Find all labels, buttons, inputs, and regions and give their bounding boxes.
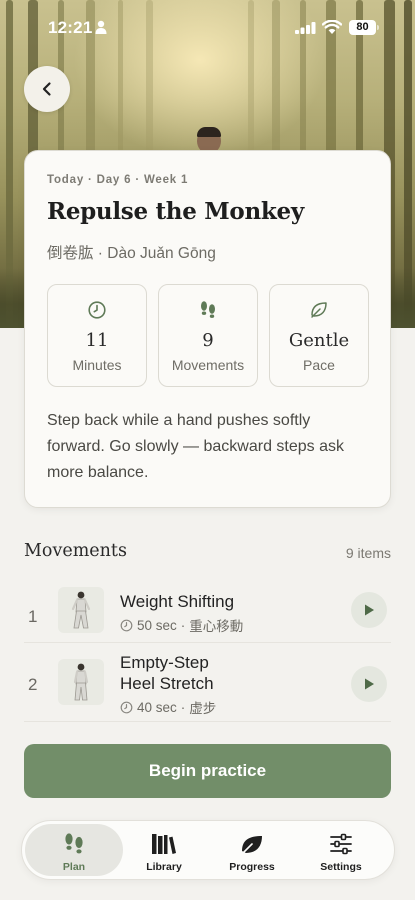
tab-label: Progress — [229, 861, 275, 873]
tab-settings[interactable]: Settings — [292, 824, 390, 876]
divider — [24, 642, 391, 643]
session-title: Repulse the Monkey — [47, 198, 304, 225]
stat-label: Pace — [303, 357, 335, 373]
status-time: 12:21 — [48, 18, 93, 37]
movement-meta: 40 sec · 虚步 — [120, 697, 216, 717]
movement-name-line: Empty-Step — [120, 653, 209, 672]
begin-practice-button[interactable]: Begin practice — [24, 744, 391, 798]
play-button[interactable] — [351, 666, 387, 702]
play-icon — [365, 604, 374, 616]
stat-movements: 9 Movements — [158, 284, 258, 387]
movement-duration: 40 sec — [137, 699, 177, 715]
battery-level: 80 — [349, 20, 376, 35]
books-icon — [152, 834, 176, 854]
signal-icon — [295, 22, 316, 34]
figure-icon — [73, 663, 89, 701]
session-eyebrow: Today · Day 6 · Week 1 — [47, 174, 189, 186]
movement-number: 1 — [28, 607, 38, 626]
clock-icon — [88, 301, 106, 319]
list-item[interactable]: 2 Empty-Step Heel Stretch 40 sec · 虚步 — [24, 646, 391, 724]
footprints-icon — [65, 833, 83, 854]
person-icon — [95, 20, 107, 34]
leaf-icon — [311, 302, 327, 318]
stat-label: Minutes — [72, 357, 122, 373]
tab-bar: Plan Library Progress Settings — [21, 820, 395, 880]
movement-name: Empty-Step Heel Stretch — [120, 652, 214, 694]
movement-name-line: Heel Stretch — [120, 674, 214, 693]
stat-minutes: 11 Minutes — [47, 284, 147, 387]
session-subtitle: 倒卷肱 · Dào Juǎn Gōng — [47, 245, 216, 262]
chevron-left-icon — [42, 82, 51, 96]
movement-duration: 50 sec — [137, 617, 177, 633]
session-card: Today · Day 6 · Week 1 Repulse the Monke… — [24, 150, 391, 508]
movement-thumbnail — [58, 587, 104, 633]
clock-icon — [120, 701, 133, 713]
movements-heading: Movements — [24, 541, 127, 561]
stat-label: Movements — [171, 357, 245, 373]
wifi-icon — [322, 20, 342, 34]
play-icon — [365, 678, 374, 690]
status-bar: 12:21 80 — [0, 0, 415, 54]
footprints-icon — [201, 301, 215, 318]
meta-separator: · — [180, 617, 186, 633]
movement-thumbnail — [58, 659, 104, 705]
stat-value: Gentle — [288, 330, 350, 351]
movement-chinese-name: 虚步 — [189, 701, 217, 716]
stat-value: 9 — [202, 330, 214, 351]
tab-library[interactable]: Library — [115, 824, 213, 876]
tab-label: Plan — [62, 861, 86, 873]
movement-number: 2 — [28, 675, 38, 694]
movements-count: 9 items — [345, 545, 391, 561]
movement-chinese-name: 重心移動 — [189, 619, 244, 634]
tab-label: Settings — [320, 861, 362, 873]
battery-icon — [377, 25, 379, 30]
tab-label: Library — [146, 861, 182, 873]
meta-separator: · — [180, 699, 186, 715]
stat-value: 11 — [85, 330, 109, 351]
movement-name: Weight Shifting — [120, 592, 235, 611]
back-button[interactable] — [24, 66, 70, 112]
session-description: Step back while a hand pushes softly for… — [47, 412, 344, 481]
play-button[interactable] — [351, 592, 387, 628]
leaf-icon — [240, 836, 262, 856]
divider — [24, 721, 391, 722]
stat-pace: Gentle Pace — [269, 284, 369, 387]
figure-icon — [71, 591, 91, 629]
movement-meta: 50 sec · 重心移動 — [120, 615, 243, 635]
tab-plan[interactable]: Plan — [25, 824, 123, 876]
list-item[interactable]: 1 Weight Shifting 50 sec · 重心移動 — [24, 578, 391, 656]
clock-icon — [120, 619, 133, 631]
tab-progress[interactable]: Progress — [203, 824, 301, 876]
sliders-icon — [330, 833, 352, 855]
